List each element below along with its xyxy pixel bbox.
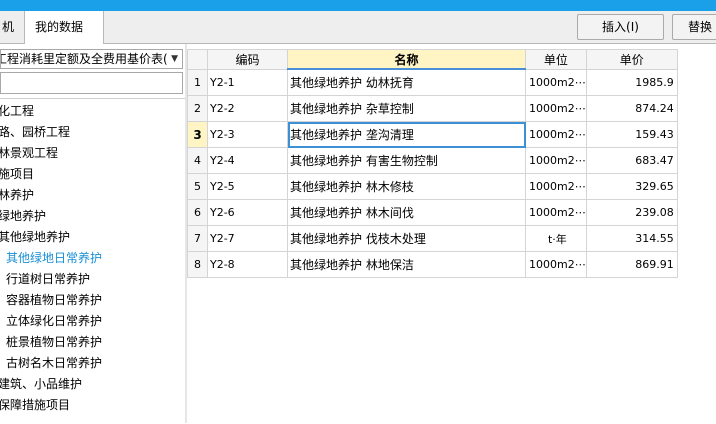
- library-select[interactable]: 工程消耗里定额及全费用基价表( ▼: [0, 49, 183, 69]
- row-index: 6: [187, 199, 208, 226]
- column-header-name[interactable]: 名称: [287, 49, 526, 70]
- name-cell[interactable]: 其他绿地养护 杂草控制: [287, 95, 526, 122]
- table-row[interactable]: 2 Y2-2 其他绿地养护 杂草控制 1000m2⋯ 874.24: [187, 95, 678, 122]
- corner-cell: [187, 49, 208, 70]
- code-cell[interactable]: Y2-4: [207, 147, 288, 174]
- price-cell[interactable]: 159.43: [585, 121, 678, 148]
- row-index: 8: [187, 251, 208, 278]
- unit-cell[interactable]: 1000m2⋯: [525, 68, 587, 96]
- library-panel: 工程消耗里定额及全费用基价表( ▼ 化工程 路、园桥工程 林景观工程 施项目 林…: [0, 44, 186, 423]
- code-cell[interactable]: Y2-2: [207, 95, 288, 122]
- code-cell[interactable]: Y2-3: [207, 121, 288, 148]
- name-cell[interactable]: 其他绿地养护 伐枝木处理: [287, 225, 526, 252]
- header-row: 编码 名称 单位 单价: [187, 49, 678, 70]
- name-cell-selected[interactable]: 其他绿地养护 垄沟清理: [287, 121, 526, 148]
- name-cell[interactable]: 其他绿地养护 有害生物控制: [287, 147, 526, 174]
- row-index: 3: [187, 121, 208, 148]
- code-cell[interactable]: Y2-7: [207, 225, 288, 252]
- table-row-selected[interactable]: 3 Y2-3 其他绿地养护 垄沟清理 1000m2⋯ 159.43: [187, 121, 678, 148]
- tree-item[interactable]: 化工程: [0, 101, 34, 122]
- name-cell[interactable]: 其他绿地养护 林木修枝: [287, 173, 526, 200]
- column-header-code[interactable]: 编码: [207, 49, 288, 70]
- row-index: 7: [187, 225, 208, 252]
- unit-cell[interactable]: 1000m2⋯: [525, 199, 587, 226]
- table-row[interactable]: 7 Y2-7 其他绿地养护 伐枝木处理 t·年 314.55: [187, 225, 678, 252]
- price-cell[interactable]: 869.91: [585, 251, 678, 278]
- replace-button[interactable]: 替换: [672, 14, 716, 40]
- unit-cell[interactable]: 1000m2⋯: [525, 173, 587, 200]
- tab-machine[interactable]: 机: [0, 11, 25, 43]
- quota-grid: 编码 名称 单位 单价 1 Y2-1 其他绿地养护 幼林抚育 1000m2⋯ 1…: [187, 49, 678, 278]
- tree-item[interactable]: 容器植物日常养护: [6, 290, 102, 311]
- code-cell[interactable]: Y2-1: [207, 68, 288, 96]
- tree-item[interactable]: 古树名木日常养护: [6, 353, 102, 374]
- library-select-value: 工程消耗里定额及全费用基价表(: [0, 52, 168, 66]
- tree-item[interactable]: 其他绿地养护: [0, 227, 70, 248]
- price-cell[interactable]: 1985.9: [585, 68, 678, 96]
- price-cell[interactable]: 683.47: [585, 147, 678, 174]
- search-input[interactable]: [0, 72, 183, 94]
- tree-item[interactable]: 路、园桥工程: [0, 122, 70, 143]
- name-cell[interactable]: 其他绿地养护 幼林抚育: [287, 68, 526, 96]
- column-header-price[interactable]: 单价: [585, 49, 678, 70]
- table-row[interactable]: 1 Y2-1 其他绿地养护 幼林抚育 1000m2⋯ 1985.9: [187, 68, 678, 96]
- tab-my-data[interactable]: 我的数据: [25, 11, 104, 44]
- unit-cell[interactable]: 1000m2⋯: [525, 147, 587, 174]
- tree-item[interactable]: 绿地养护: [0, 206, 46, 227]
- price-cell[interactable]: 239.08: [585, 199, 678, 226]
- unit-cell[interactable]: 1000m2⋯: [525, 121, 587, 148]
- tree-item[interactable]: 行道树日常养护: [6, 269, 90, 290]
- row-index: 2: [187, 95, 208, 122]
- table-row[interactable]: 4 Y2-4 其他绿地养护 有害生物控制 1000m2⋯ 683.47: [187, 147, 678, 174]
- table-row[interactable]: 8 Y2-8 其他绿地养护 林地保洁 1000m2⋯ 869.91: [187, 251, 678, 278]
- unit-cell[interactable]: 1000m2⋯: [525, 95, 587, 122]
- price-cell[interactable]: 314.55: [585, 225, 678, 252]
- unit-cell[interactable]: t·年: [525, 225, 587, 252]
- code-cell[interactable]: Y2-5: [207, 173, 288, 200]
- tree-item[interactable]: 保障措施项目: [0, 395, 70, 416]
- quota-table: 编码 名称 单位 单价 1 Y2-1 其他绿地养护 幼林抚育 1000m2⋯ 1…: [187, 49, 678, 278]
- title-bar: [0, 0, 716, 11]
- tree-item[interactable]: 林养护: [0, 185, 34, 206]
- row-index: 1: [187, 68, 208, 96]
- row-index: 4: [187, 147, 208, 174]
- name-cell[interactable]: 其他绿地养护 林地保洁: [287, 251, 526, 278]
- row-index: 5: [187, 173, 208, 200]
- code-cell[interactable]: Y2-6: [207, 199, 288, 226]
- table-row[interactable]: 5 Y2-5 其他绿地养护 林木修枝 1000m2⋯ 329.65: [187, 173, 678, 200]
- code-cell[interactable]: Y2-8: [207, 251, 288, 278]
- tree-item-selected[interactable]: 其他绿地日常养护: [6, 248, 102, 269]
- tree-item[interactable]: 立体绿化日常养护: [6, 311, 102, 332]
- table-row[interactable]: 6 Y2-6 其他绿地养护 林木间伐 1000m2⋯ 239.08: [187, 199, 678, 226]
- tree-item[interactable]: 桩景植物日常养护: [6, 332, 102, 353]
- tree-item[interactable]: 建筑、小品维护: [0, 374, 82, 395]
- price-cell[interactable]: 874.24: [585, 95, 678, 122]
- name-cell[interactable]: 其他绿地养护 林木间伐: [287, 199, 526, 226]
- insert-button[interactable]: 插入(I): [577, 14, 664, 40]
- column-header-unit[interactable]: 单位: [525, 49, 587, 70]
- chevron-down-icon[interactable]: ▼: [171, 50, 178, 68]
- chapter-tree: 化工程 路、园桥工程 林景观工程 施项目 林养护 绿地养护 其他绿地养护 其他绿…: [0, 98, 185, 424]
- unit-cell[interactable]: 1000m2⋯: [525, 251, 587, 278]
- price-cell[interactable]: 329.65: [585, 173, 678, 200]
- tree-item[interactable]: 林景观工程: [0, 143, 58, 164]
- tree-item[interactable]: 施项目: [0, 164, 34, 185]
